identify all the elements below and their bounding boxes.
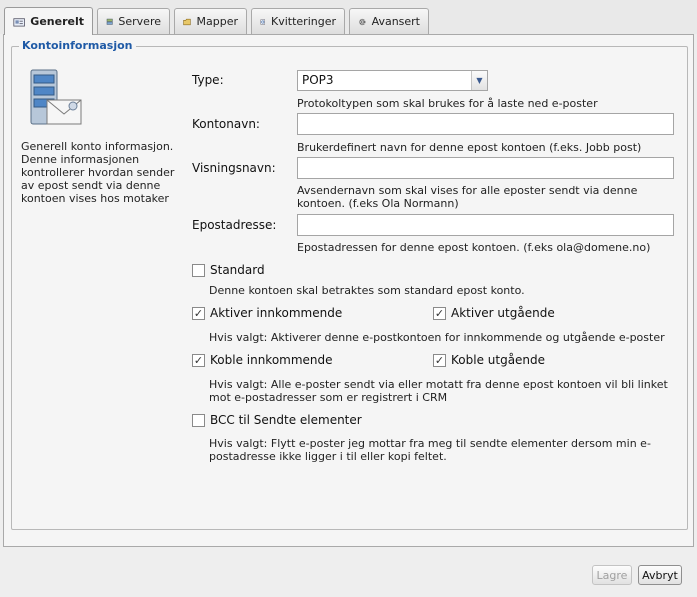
bcc-checkbox[interactable] <box>192 413 205 427</box>
outgoing-option[interactable]: ✓ Aktiver utgående <box>433 306 555 320</box>
section-legend: Kontoinformasjon <box>19 39 136 52</box>
incoming-label: Aktiver innkommende <box>210 306 343 320</box>
type-select-value: POP3 <box>302 73 334 87</box>
display-name-label: Visningsnavn: <box>192 161 276 175</box>
card-icon <box>13 17 25 27</box>
bcc-label: BCC til Sendte elementer <box>210 413 362 427</box>
standard-option[interactable]: Standard <box>192 263 265 277</box>
receipt-icon <box>260 18 265 25</box>
link-incoming-option[interactable]: ✓ Koble innkommende <box>192 353 333 367</box>
tab-generelt[interactable]: Generelt <box>4 7 93 35</box>
bcc-option[interactable]: BCC til Sendte elementer <box>192 413 362 427</box>
link-help: Hvis valgt: Alle e-poster sendt via elle… <box>209 378 668 404</box>
server-icon <box>106 18 113 25</box>
tab-servere[interactable]: Servere <box>97 8 170 34</box>
display-name-help: Avsendernavn som skal vises for alle epo… <box>297 184 638 210</box>
email-help: Epostadressen for denne epost kontoen. (… <box>297 241 651 254</box>
cancel-button[interactable]: Avbryt <box>638 565 682 585</box>
tab-avansert[interactable]: Avansert <box>349 8 429 34</box>
chevron-down-icon[interactable]: ▼ <box>471 71 487 90</box>
account-info-section: Kontoinformasjon Generell konto informas… <box>11 39 688 530</box>
email-label: Epostadresse: <box>192 218 277 232</box>
link-incoming-checkbox[interactable]: ✓ <box>192 353 205 367</box>
tab-panel: Kontoinformasjon Generell konto informas… <box>3 34 694 547</box>
tab-label: Kvitteringer <box>271 15 336 28</box>
bcc-help: Hvis valgt: Flytt e-poster jeg mottar fr… <box>209 437 651 463</box>
tab-label: Generelt <box>30 15 84 28</box>
type-label: Type: <box>192 73 224 87</box>
tab-label: Servere <box>118 15 161 28</box>
account-name-label: Kontonavn: <box>192 117 260 131</box>
incoming-option[interactable]: ✓ Aktiver innkommende <box>192 306 342 320</box>
link-outgoing-option[interactable]: ✓ Koble utgående <box>433 353 545 367</box>
account-name-input[interactable] <box>297 113 674 135</box>
tab-label: Avansert <box>371 15 420 28</box>
folder-icon <box>183 18 191 25</box>
tab-mapper[interactable]: Mapper <box>174 8 247 34</box>
link-outgoing-label: Koble utgående <box>451 353 546 367</box>
save-button[interactable]: Lagre <box>592 565 632 585</box>
standard-label: Standard <box>210 263 265 277</box>
email-input[interactable] <box>297 214 674 236</box>
standard-help: Denne kontoen skal betraktes som standar… <box>209 284 525 297</box>
outgoing-label: Aktiver utgående <box>451 306 555 320</box>
tab-label: Mapper <box>196 15 239 28</box>
outgoing-checkbox[interactable]: ✓ <box>433 306 446 320</box>
display-name-input[interactable] <box>297 157 674 179</box>
activate-help: Hvis valgt: Aktiverer denne e-postkontoe… <box>209 331 665 344</box>
type-help: Protokoltypen som skal brukes for å last… <box>297 97 598 110</box>
link-incoming-label: Koble innkommende <box>210 353 333 367</box>
section-description: Generell konto informasjon. Denne inform… <box>21 140 175 205</box>
gear-icon <box>359 18 366 25</box>
type-select[interactable]: POP3 ▼ <box>297 70 488 91</box>
mail-server-icon <box>30 69 82 125</box>
incoming-checkbox[interactable]: ✓ <box>192 306 205 320</box>
standard-checkbox[interactable] <box>192 263 205 277</box>
account-name-help: Brukerdefinert navn for denne epost kont… <box>297 141 642 154</box>
tab-bar: Generelt Servere Mapper Kvitteringer Ava… <box>0 0 697 35</box>
tab-kvitteringer[interactable]: Kvitteringer <box>251 8 345 34</box>
link-outgoing-checkbox[interactable]: ✓ <box>433 353 446 367</box>
